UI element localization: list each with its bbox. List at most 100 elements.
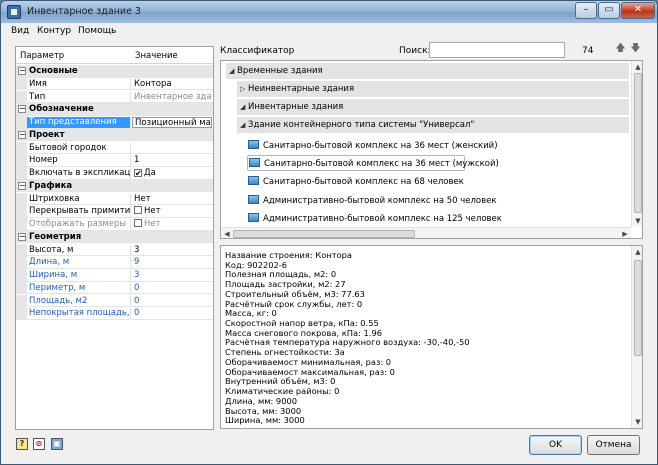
scroll-down-icon[interactable]: ▼ [632, 416, 642, 428]
minimize-button[interactable]: – [575, 2, 597, 19]
category-label: Обозначение [29, 104, 94, 115]
search-input[interactable] [429, 42, 565, 58]
column-header-value[interactable]: Значение [135, 51, 178, 61]
property-row[interactable]: Непокрытая площадь, м20 [16, 307, 213, 320]
detail-line: Ширина, мм: 3000 [225, 415, 305, 426]
menu-view[interactable]: Вид [11, 26, 29, 36]
expand-icon[interactable]: ▷ [240, 81, 248, 97]
property-row[interactable]: Включать в экспликацию✔Да [16, 167, 213, 180]
tree-item[interactable]: Административно-бытовой комплекс на 50 ч… [247, 193, 507, 209]
property-value[interactable]: Контора [132, 79, 212, 90]
property-row[interactable]: Бытовой городок [16, 141, 213, 155]
property-name: Непокрытая площадь, м2 [29, 308, 131, 320]
collapse-icon[interactable]: − [18, 130, 26, 139]
tree-group[interactable]: ◢ Временные здания [226, 63, 629, 79]
checkbox[interactable] [134, 206, 142, 215]
property-grid: Параметр Значение − Основные Имя Контора Тип… [15, 46, 214, 430]
collapse-icon[interactable]: − [18, 232, 26, 241]
checkbox[interactable] [134, 219, 142, 227]
search-label: Поиск: [399, 46, 431, 56]
no-symbol-icon[interactable]: ⊘ [33, 438, 45, 450]
collapse-icon[interactable]: − [18, 181, 26, 190]
property-row[interactable]: Высота, м3 [16, 243, 213, 257]
property-row[interactable]: Тип представления Позиционный мар... [16, 116, 213, 129]
property-name: Высота, м [27, 244, 131, 256]
property-row[interactable]: Тип Инвентарное зда... [16, 90, 213, 104]
scroll-up-icon[interactable]: ▲ [632, 246, 642, 258]
menu-contour[interactable]: Контур [37, 26, 71, 36]
scroll-right-icon[interactable]: ▶ [619, 228, 631, 238]
property-category[interactable]: − Основные [16, 65, 213, 78]
property-row[interactable]: Ширина, м3 [16, 269, 213, 282]
column-header-parameter[interactable]: Параметр [20, 51, 64, 61]
help-icon[interactable]: ? [16, 438, 28, 450]
menu-help[interactable]: Помощь [78, 26, 116, 36]
tree-vertical-thumb[interactable] [634, 73, 642, 213]
collapse-icon[interactable]: − [18, 67, 26, 75]
property-value-text: Нет [144, 206, 161, 217]
property-name: Площадь, м2 [27, 295, 131, 307]
property-value[interactable]: Инвентарное зда... [132, 92, 212, 103]
property-row[interactable]: Площадь, м2 0 [16, 294, 213, 308]
tree-vertical-scrollbar[interactable]: ▲ ▼ [631, 61, 642, 227]
property-value[interactable]: Нет [132, 194, 212, 205]
tree-group[interactable]: ▷ Неинвентарные здания [237, 81, 629, 97]
property-row[interactable]: Штриховка Нет [16, 192, 213, 206]
close-button[interactable]: ✕ [621, 2, 655, 19]
property-row[interactable]: Перекрывать примитивы Нет [16, 205, 213, 218]
scroll-up-icon[interactable]: ▲ [632, 61, 642, 73]
title-bar[interactable]: Инвентарное здание 3 – ▭ ✕ [1, 1, 657, 23]
property-value-text: 3 [134, 244, 140, 255]
details-vertical-thumb[interactable] [634, 260, 642, 356]
collapse-icon[interactable]: ◢ [229, 63, 237, 79]
property-row[interactable]: Номер 1 [16, 154, 213, 167]
property-value[interactable]: Нет [132, 206, 212, 217]
property-value-text: Инвентарное зда... [134, 91, 212, 102]
cancel-button[interactable]: Отмена [587, 435, 640, 455]
details-vertical-scrollbar[interactable]: ▲ ▼ [631, 246, 642, 428]
property-value[interactable]: 9 [132, 257, 212, 268]
scroll-left-icon[interactable]: ◀ [221, 228, 233, 238]
checkbox[interactable]: ✔ [134, 169, 142, 178]
collapse-icon[interactable]: − [18, 105, 26, 114]
maximize-button[interactable]: ▭ [598, 2, 620, 19]
arrow-up-icon[interactable]: 🡅 [614, 42, 627, 56]
property-value[interactable]: Нет [132, 219, 212, 230]
save-icon[interactable]: ▣ [51, 438, 63, 450]
scroll-down-icon[interactable]: ▼ [632, 215, 642, 227]
tree-item[interactable]: Санитарно-бытовой комплекс на 36 мест (ж… [247, 138, 507, 154]
collapse-icon[interactable]: ◢ [240, 99, 248, 115]
tree-horizontal-scrollbar[interactable]: ◀ ▶ [221, 227, 631, 238]
row-gutter [16, 192, 27, 205]
property-value[interactable]: 0 [132, 308, 212, 319]
ok-button[interactable]: OK [529, 435, 582, 455]
property-value[interactable]: ✔ Да [132, 168, 212, 179]
tree-horizontal-thumb[interactable] [233, 230, 415, 238]
row-gutter [16, 90, 27, 103]
property-value[interactable]: 0 [132, 296, 212, 307]
property-row[interactable]: Имя Контора [16, 77, 213, 91]
property-value[interactable]: 3 [132, 270, 212, 281]
tree-item[interactable]: Санитарно-бытовой комплекс на 36 мест (м… [247, 155, 499, 171]
property-value[interactable]: 3 [132, 245, 212, 256]
property-category[interactable]: − Графика [16, 179, 213, 193]
collapse-icon[interactable]: ◢ [240, 117, 248, 133]
property-value-text: 0 [134, 295, 140, 306]
property-value[interactable] [132, 143, 212, 154]
property-value[interactable]: 0 [132, 283, 212, 294]
property-row[interactable]: Длина, м9 [16, 256, 213, 269]
property-name: Тип представления [27, 117, 131, 128]
property-category[interactable]: − Геометрия [16, 230, 213, 244]
property-category[interactable]: − Обозначение [16, 103, 213, 116]
property-value[interactable]: 1 [132, 155, 212, 166]
tree-item[interactable]: Административно-бытовой комплекс на 125 … [247, 211, 507, 227]
arrow-down-icon[interactable]: 🡇 [629, 42, 642, 56]
tree-group[interactable]: ◢ Здание контейнерного типа системы "Унив… [237, 117, 629, 133]
tree-group[interactable]: ◢ Инвентарные здания [237, 99, 629, 115]
tree-item[interactable]: Санитарно-бытовой комплекс на 68 человек [247, 174, 507, 190]
property-value[interactable]: Позиционный мар... [132, 117, 212, 128]
property-row[interactable]: Отображать размеры Нет [16, 218, 213, 231]
property-name: Включать в экспликацию [29, 168, 131, 179]
property-row[interactable]: Периметр, м0 [16, 281, 213, 295]
property-category[interactable]: − Проект [16, 128, 213, 142]
